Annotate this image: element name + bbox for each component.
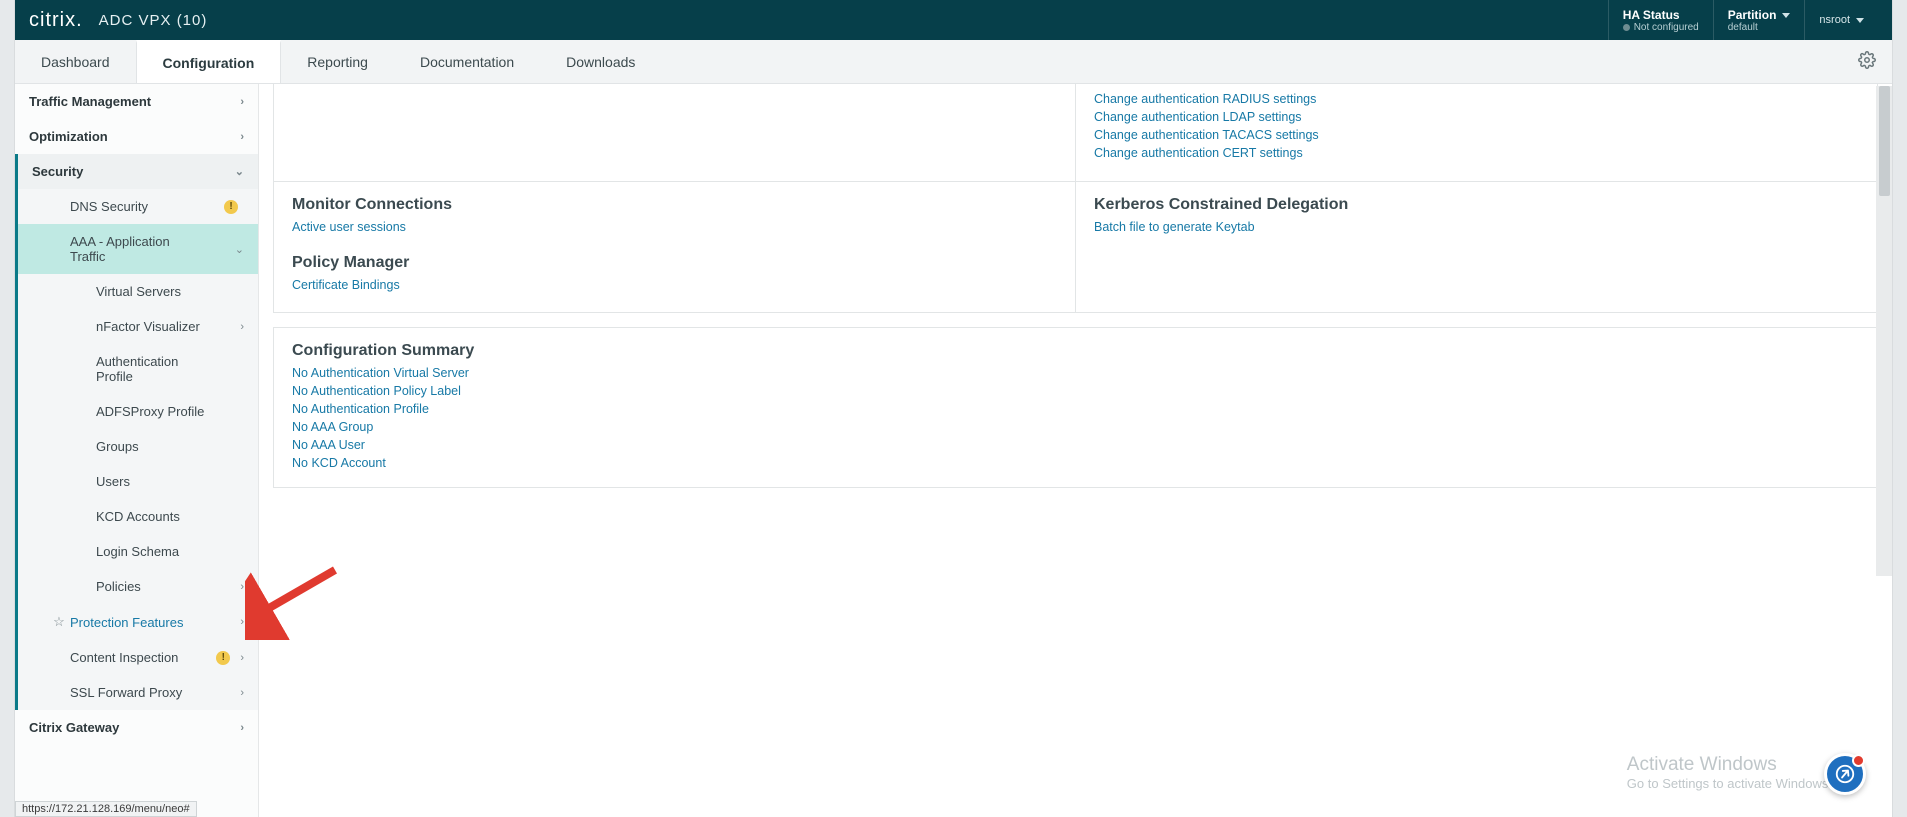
link-change-tacacs[interactable]: Change authentication TACACS settings — [1094, 126, 1859, 144]
chevron-right-icon: › — [240, 652, 244, 664]
link-change-cert[interactable]: Change authentication CERT settings — [1094, 144, 1859, 162]
chevron-right-icon: › — [240, 722, 244, 734]
help-fab-button[interactable] — [1824, 753, 1866, 795]
tab-reporting[interactable]: Reporting — [281, 40, 394, 83]
summary-line-auth-policy-label[interactable]: No Authentication Policy Label — [292, 382, 1859, 400]
summary-line-kcd-account[interactable]: No KCD Account — [292, 454, 1859, 472]
browser-status-bar: https://172.21.128.169/menu/neo# — [15, 801, 197, 817]
sidebar: Traffic Management › Optimization › Secu… — [15, 84, 259, 817]
sidebar-item-groups[interactable]: Groups — [18, 429, 258, 464]
sidebar-item-login-schema[interactable]: Login Schema — [18, 534, 258, 569]
scrollbar-track[interactable] — [1876, 86, 1892, 576]
monitor-policy-column: Monitor Connections Active user sessions… — [274, 182, 1076, 312]
sidebar-item-virtual-servers[interactable]: Virtual Servers — [18, 274, 258, 309]
middle-two-col: Monitor Connections Active user sessions… — [273, 182, 1878, 313]
sidebar-item-aaa[interactable]: AAA - Application Traffic ⌄ — [18, 224, 258, 274]
summary-line-aaa-user[interactable]: No AAA User — [292, 436, 1859, 454]
settings-gear-icon[interactable] — [1858, 51, 1876, 72]
top-right: HA Status Not configured Partition defau… — [1608, 0, 1878, 40]
partition-menu[interactable]: Partition default — [1713, 0, 1805, 40]
sidebar-item-policies[interactable]: Policies› — [18, 569, 258, 604]
sidebar-item-traffic-management[interactable]: Traffic Management › — [15, 84, 258, 119]
tab-bar: Dashboard Configuration Reporting Docume… — [15, 40, 1892, 84]
ha-status-title: HA Status — [1623, 8, 1699, 22]
top-bar: citrix. ADC VPX (10) HA Status Not confi… — [15, 0, 1892, 40]
sidebar-item-auth-profile[interactable]: Authentication Profile — [18, 344, 258, 394]
sidebar-item-citrix-gateway[interactable]: Citrix Gateway › — [15, 710, 258, 745]
warning-badge-icon: ! — [224, 200, 238, 214]
right-column-auth-links: Change authentication RADIUS settings Ch… — [1076, 84, 1877, 181]
sidebar-item-users[interactable]: Users — [18, 464, 258, 499]
partition-value: default — [1728, 22, 1791, 33]
user-menu[interactable]: nsroot — [1804, 0, 1878, 40]
sidebar-item-dns-security[interactable]: DNS Security ! — [18, 189, 258, 224]
chevron-right-icon: › — [240, 96, 244, 108]
chevron-down-icon — [1782, 13, 1790, 18]
sidebar-item-protection-features[interactable]: ☆ Protection Features › — [18, 604, 258, 640]
chevron-down-icon: ⌄ — [235, 165, 244, 178]
scrollbar-thumb[interactable] — [1879, 86, 1890, 196]
chevron-right-icon: › — [240, 131, 244, 143]
status-dot-icon — [1623, 24, 1630, 31]
sidebar-item-nfactor[interactable]: nFactor Visualizer› — [18, 309, 258, 344]
partition-title: Partition — [1728, 8, 1791, 22]
configuration-summary-card: Configuration Summary No Authentication … — [273, 327, 1878, 488]
brand: citrix. ADC VPX (10) — [29, 9, 207, 32]
product-name: ADC VPX (10) — [99, 12, 208, 29]
chevron-right-icon: › — [240, 581, 244, 593]
sidebar-item-adfs-profile[interactable]: ADFSProxy Profile — [18, 394, 258, 429]
chevron-right-icon: › — [240, 321, 244, 333]
sidebar-item-ssl-forward-proxy[interactable]: SSL Forward Proxy › — [18, 675, 258, 710]
sidebar-item-security[interactable]: Security ⌄ — [15, 154, 258, 189]
warning-badge-icon: ! — [216, 651, 230, 665]
left-column — [274, 84, 1076, 181]
summary-line-auth-profile[interactable]: No Authentication Profile — [292, 400, 1859, 418]
notification-dot-icon — [1852, 754, 1865, 767]
chevron-right-icon: › — [240, 687, 244, 699]
link-batch-keytab[interactable]: Batch file to generate Keytab — [1094, 218, 1859, 236]
tab-configuration[interactable]: Configuration — [136, 40, 282, 83]
ha-status[interactable]: HA Status Not configured — [1608, 0, 1713, 40]
link-change-radius[interactable]: Change authentication RADIUS settings — [1094, 90, 1859, 108]
tab-documentation[interactable]: Documentation — [394, 40, 540, 83]
summary-line-auth-vs[interactable]: No Authentication Virtual Server — [292, 364, 1859, 382]
top-two-col: Change authentication RADIUS settings Ch… — [273, 84, 1878, 182]
chevron-down-icon: ⌄ — [235, 243, 244, 256]
monitor-connections-title: Monitor Connections — [292, 196, 1057, 214]
link-active-user-sessions[interactable]: Active user sessions — [292, 218, 1057, 236]
kerberos-column: Kerberos Constrained Delegation Batch fi… — [1076, 182, 1877, 312]
chevron-down-icon — [1856, 18, 1864, 23]
main-content: Change authentication RADIUS settings Ch… — [259, 84, 1892, 817]
tab-dashboard[interactable]: Dashboard — [15, 40, 136, 83]
chevron-right-icon: › — [240, 616, 244, 628]
kerberos-title: Kerberos Constrained Delegation — [1094, 196, 1859, 214]
summary-line-aaa-group[interactable]: No AAA Group — [292, 418, 1859, 436]
user-name: nsroot — [1819, 14, 1850, 26]
configuration-summary-title: Configuration Summary — [292, 342, 1859, 360]
sidebar-item-kcd-accounts[interactable]: KCD Accounts — [18, 499, 258, 534]
link-change-ldap[interactable]: Change authentication LDAP settings — [1094, 108, 1859, 126]
sidebar-item-content-inspection[interactable]: Content Inspection ! › — [18, 640, 258, 675]
star-icon: ☆ — [52, 614, 66, 630]
sidebar-item-optimization[interactable]: Optimization › — [15, 119, 258, 154]
brand-logo: citrix. — [29, 9, 83, 32]
tab-downloads[interactable]: Downloads — [540, 40, 661, 83]
ha-status-value: Not configured — [1623, 22, 1699, 33]
link-certificate-bindings[interactable]: Certificate Bindings — [292, 276, 1057, 294]
policy-manager-title: Policy Manager — [292, 254, 1057, 272]
